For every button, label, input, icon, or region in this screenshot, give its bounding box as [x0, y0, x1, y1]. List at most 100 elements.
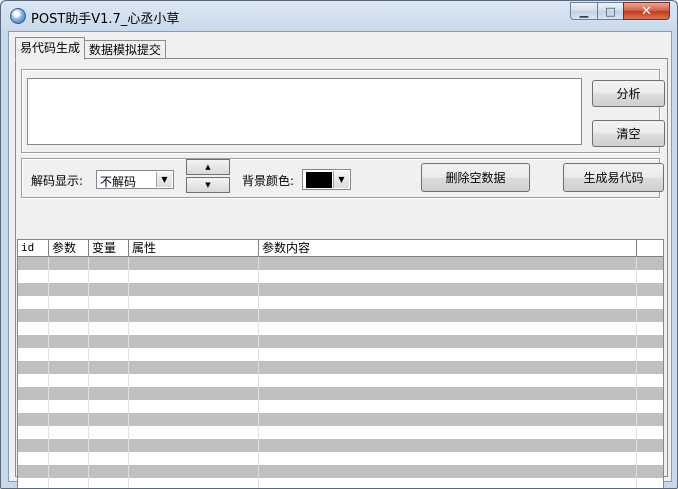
- col-header-attribute[interactable]: 属性: [129, 240, 259, 256]
- column-divider: [128, 335, 129, 348]
- column-divider: [48, 296, 49, 309]
- table-row[interactable]: [18, 283, 663, 296]
- column-divider: [636, 296, 637, 309]
- column-divider: [636, 465, 637, 478]
- column-divider: [88, 439, 89, 452]
- column-divider: [636, 335, 637, 348]
- column-divider: [48, 257, 49, 270]
- minimize-button[interactable]: ▁: [570, 2, 597, 20]
- analyze-button[interactable]: 分析: [592, 80, 665, 107]
- column-divider: [88, 335, 89, 348]
- column-divider: [88, 257, 89, 270]
- column-divider: [636, 478, 637, 488]
- column-divider: [636, 426, 637, 439]
- table-row[interactable]: [18, 257, 663, 270]
- col-header-param-content[interactable]: 参数内容: [259, 240, 637, 256]
- col-header-id[interactable]: id: [18, 240, 49, 256]
- column-divider: [636, 400, 637, 413]
- table-row[interactable]: [18, 374, 663, 387]
- column-divider: [128, 309, 129, 322]
- column-divider: [48, 374, 49, 387]
- column-divider: [88, 400, 89, 413]
- column-divider: [88, 374, 89, 387]
- column-divider: [128, 270, 129, 283]
- column-divider: [88, 296, 89, 309]
- column-divider: [48, 361, 49, 374]
- column-divider: [258, 439, 259, 452]
- column-divider: [636, 413, 637, 426]
- column-divider: [258, 387, 259, 400]
- tab-yicode-generate[interactable]: 易代码生成: [15, 37, 86, 60]
- color-swatch: [306, 172, 332, 188]
- column-divider: [258, 309, 259, 322]
- clear-button[interactable]: 清空: [592, 120, 665, 147]
- table-body: [18, 257, 663, 488]
- table-row[interactable]: [18, 387, 663, 400]
- table-row[interactable]: [18, 478, 663, 488]
- maximize-button[interactable]: □: [597, 2, 623, 20]
- table-row[interactable]: [18, 400, 663, 413]
- spin-up-button[interactable]: ▲: [186, 159, 230, 175]
- chevron-down-icon[interactable]: ▼: [156, 172, 172, 187]
- column-divider: [258, 296, 259, 309]
- column-divider: [636, 322, 637, 335]
- column-divider: [636, 283, 637, 296]
- column-divider: [636, 257, 637, 270]
- column-divider: [128, 426, 129, 439]
- column-divider: [128, 478, 129, 488]
- chevron-down-icon[interactable]: ▼: [333, 171, 349, 188]
- col-header-param[interactable]: 参数: [49, 240, 89, 256]
- column-divider: [48, 452, 49, 465]
- table-row[interactable]: [18, 413, 663, 426]
- column-divider: [128, 257, 129, 270]
- col-header-filler: [637, 240, 663, 256]
- column-divider: [48, 439, 49, 452]
- tab-data-submit[interactable]: 数据模拟提交: [85, 40, 167, 60]
- table-row[interactable]: [18, 452, 663, 465]
- column-divider: [128, 439, 129, 452]
- column-divider: [48, 270, 49, 283]
- column-divider: [88, 452, 89, 465]
- input-group: 分析 清空: [21, 69, 665, 153]
- generate-yicode-button[interactable]: 生成易代码: [563, 163, 664, 192]
- table-row[interactable]: [18, 465, 663, 478]
- window-title: POST助手V1.7_心丞小草: [31, 12, 180, 27]
- table-row[interactable]: [18, 270, 663, 283]
- table-row[interactable]: [18, 348, 663, 361]
- column-divider: [128, 361, 129, 374]
- decode-select[interactable]: 不解码 ▼: [96, 170, 174, 189]
- table-row[interactable]: [18, 361, 663, 374]
- column-divider: [48, 283, 49, 296]
- title-bar[interactable]: POST助手V1.7_心丞小草 ▁ □ ✕: [1, 1, 677, 31]
- column-divider: [258, 257, 259, 270]
- column-divider: [88, 465, 89, 478]
- column-divider: [48, 413, 49, 426]
- close-button[interactable]: ✕: [623, 2, 670, 20]
- table-row[interactable]: [18, 296, 663, 309]
- table-row[interactable]: [18, 322, 663, 335]
- col-header-variable[interactable]: 变量: [89, 240, 129, 256]
- column-divider: [636, 309, 637, 322]
- bgcolor-picker[interactable]: ▼: [302, 169, 351, 190]
- column-divider: [128, 374, 129, 387]
- table-row[interactable]: [18, 335, 663, 348]
- column-divider: [88, 322, 89, 335]
- column-divider: [258, 335, 259, 348]
- column-divider: [258, 374, 259, 387]
- post-data-input[interactable]: [27, 78, 582, 145]
- params-table[interactable]: id 参数 变量 属性 参数内容: [17, 239, 664, 488]
- column-divider: [88, 309, 89, 322]
- column-divider: [636, 439, 637, 452]
- delete-empty-data-button[interactable]: 删除空数据: [421, 163, 530, 192]
- column-divider: [88, 426, 89, 439]
- bgcolor-label: 背景颜色:: [242, 174, 295, 188]
- table-row[interactable]: [18, 439, 663, 452]
- column-divider: [48, 387, 49, 400]
- column-divider: [128, 465, 129, 478]
- column-divider: [636, 270, 637, 283]
- spin-down-button[interactable]: ▼: [186, 177, 230, 193]
- column-divider: [258, 348, 259, 361]
- column-divider: [258, 361, 259, 374]
- table-row[interactable]: [18, 426, 663, 439]
- table-row[interactable]: [18, 309, 663, 322]
